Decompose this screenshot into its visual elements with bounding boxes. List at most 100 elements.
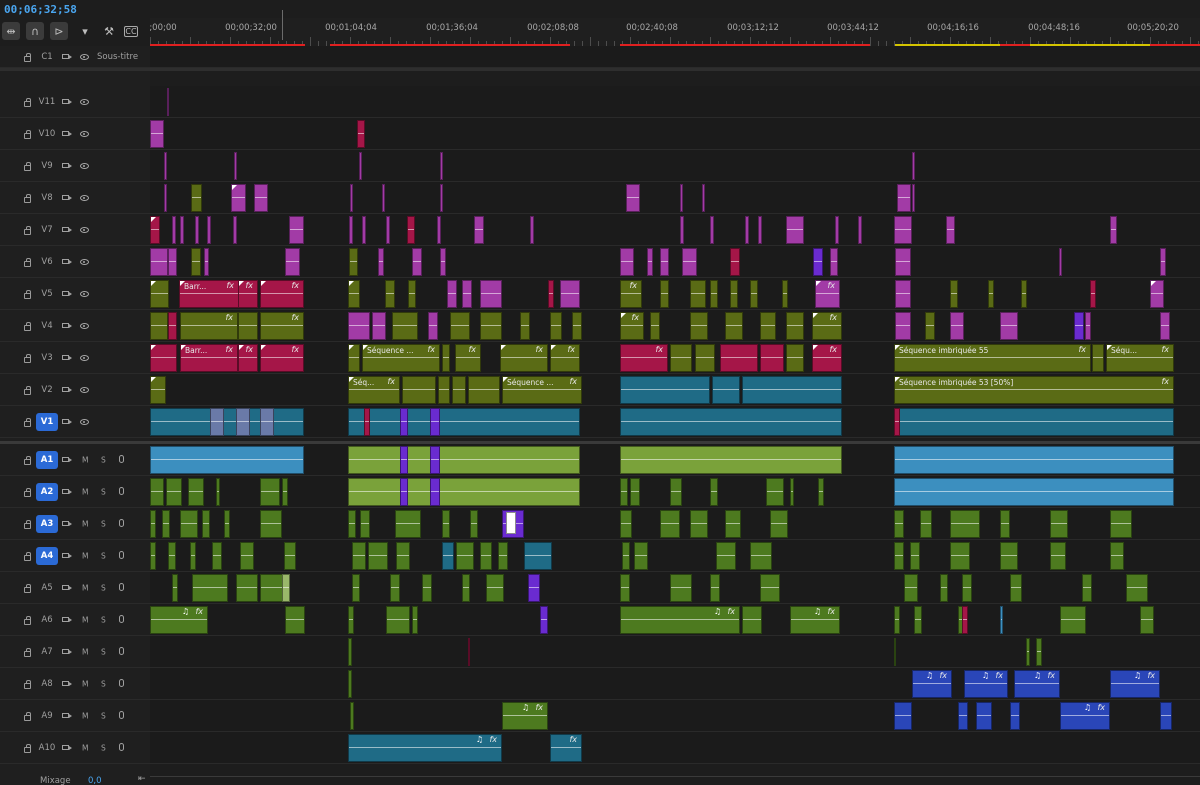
timeline-clip[interactable] [1110,510,1132,538]
mute-button[interactable]: M [82,487,88,496]
timeline-clip[interactable] [468,376,500,404]
timeline-clip[interactable] [180,510,198,538]
timeline-clip[interactable] [437,216,441,244]
timeline-clip[interactable] [191,184,202,212]
solo-button[interactable]: S [101,615,106,624]
timeline-clip[interactable] [390,574,400,602]
timeline-clip[interactable]: Séquence ... fx [362,344,440,372]
track-name[interactable]: V4 [36,317,58,335]
timeline-clip[interactable] [647,248,653,276]
timeline-clip[interactable] [486,574,504,602]
timeline-clip[interactable] [166,478,182,506]
timeline-clip[interactable] [348,510,356,538]
voice-over-mic-icon[interactable] [119,678,124,687]
timeline-clip[interactable] [725,312,743,340]
timeline-clip[interactable] [690,510,708,538]
timeline-clip[interactable] [254,184,268,212]
timeline-clip[interactable] [210,408,224,436]
timeline-clip[interactable] [1000,510,1010,538]
timeline-clip[interactable] [1110,542,1124,570]
timeline-clip[interactable] [168,312,177,340]
visibility-eye-icon[interactable] [80,258,89,265]
snap-magnet-icon[interactable]: ∩ [26,22,44,40]
timeline-clip[interactable] [378,248,384,276]
timeline-clip[interactable] [620,248,634,276]
timeline-clip[interactable] [360,510,370,538]
insert-tool-icon[interactable]: ⇹ [2,22,20,40]
timeline-clip[interactable] [758,216,762,244]
timeline-clip[interactable] [760,574,780,602]
timeline-clip[interactable] [634,542,648,570]
track-name[interactable]: C1 [36,48,58,66]
track-lane-v7[interactable] [150,214,1200,246]
timeline-clip[interactable]: fx [812,344,842,372]
timeline-clip[interactable] [428,312,438,340]
timeline-clip[interactable] [442,344,450,372]
timeline-clip[interactable] [925,312,935,340]
timeline-clip[interactable]: fx [238,280,258,308]
visibility-eye-icon[interactable] [80,98,89,105]
mute-button[interactable]: M [82,455,88,464]
timeline-clip[interactable]: fx ♫ [912,670,952,698]
timeline-clip[interactable] [897,184,911,212]
timeline-clip[interactable] [150,120,164,148]
timeline-clip[interactable]: fx [260,280,304,308]
playhead-timecode[interactable]: 00;06;32;58 [4,3,77,16]
timeline-clip[interactable]: fx ♫ [1060,702,1110,730]
timeline-clip[interactable]: fx ♫ [964,670,1008,698]
timeline-clip[interactable] [402,376,436,404]
timeline-clip[interactable] [440,184,443,212]
timeline-clip[interactable] [172,216,176,244]
timeline-clip[interactable] [364,408,370,436]
timeline-clip[interactable]: fx [260,312,304,340]
timeline-clip[interactable] [630,478,640,506]
track-name[interactable]: V8 [36,189,58,207]
timeline-clip[interactable] [690,280,706,308]
timeline-clip[interactable] [750,280,758,308]
lock-icon[interactable] [24,225,31,235]
timeline-clip[interactable] [348,478,580,506]
timeline-clip[interactable] [407,216,415,244]
track-header-v4[interactable]: V4 [0,310,150,342]
video-audio-divider[interactable] [0,441,1200,444]
timeline-clip[interactable]: fx ♫ [1014,670,1060,698]
timeline-clip[interactable] [620,408,842,436]
solo-button[interactable]: S [101,455,106,464]
timeline-clip[interactable] [560,280,580,308]
timeline-clip[interactable] [1026,638,1030,666]
mute-button[interactable]: M [82,615,88,624]
track-sync-icon[interactable] [62,680,72,686]
timeline-clip[interactable]: fx ♫ [620,606,740,634]
visibility-eye-icon[interactable] [80,226,89,233]
timeline-clip[interactable] [350,702,354,730]
lock-icon[interactable] [24,487,31,497]
track-lane-a8[interactable]: fx ♫ fx ♫ fx ♫ fx ♫ [150,668,1200,700]
solo-button[interactable]: S [101,647,106,656]
track-name[interactable]: A1 [36,450,58,469]
track-sync-icon[interactable] [62,322,72,328]
timeline-clip[interactable] [914,606,922,634]
timeline-clip[interactable] [202,510,210,538]
timeline-clip[interactable] [352,542,366,570]
track-lane-a9[interactable]: fx ♫ fx ♫ [150,700,1200,732]
timeline-clip[interactable] [1000,606,1003,634]
timeline-clip[interactable] [894,216,912,244]
timeline-clip[interactable] [150,376,166,404]
lock-icon[interactable] [24,647,31,657]
voice-over-mic-icon[interactable] [119,710,124,719]
timeline-clip[interactable] [352,574,360,602]
timeline-clip[interactable] [895,280,911,308]
timeline-clip[interactable] [412,606,418,634]
timeline-clip[interactable] [150,280,169,308]
track-header-v5[interactable]: V5 [0,278,150,310]
timeline-clip[interactable] [894,478,1174,506]
timeline-clip[interactable] [550,312,562,340]
timeline-clip[interactable] [506,512,516,534]
track-sync-icon[interactable] [62,520,72,526]
lock-icon[interactable] [24,289,31,299]
timeline-clip[interactable] [162,510,170,538]
timeline-clip[interactable] [348,312,370,340]
timeline-clip[interactable] [438,376,450,404]
timeline-clip[interactable] [348,670,352,698]
timeline-clip[interactable] [348,638,352,666]
